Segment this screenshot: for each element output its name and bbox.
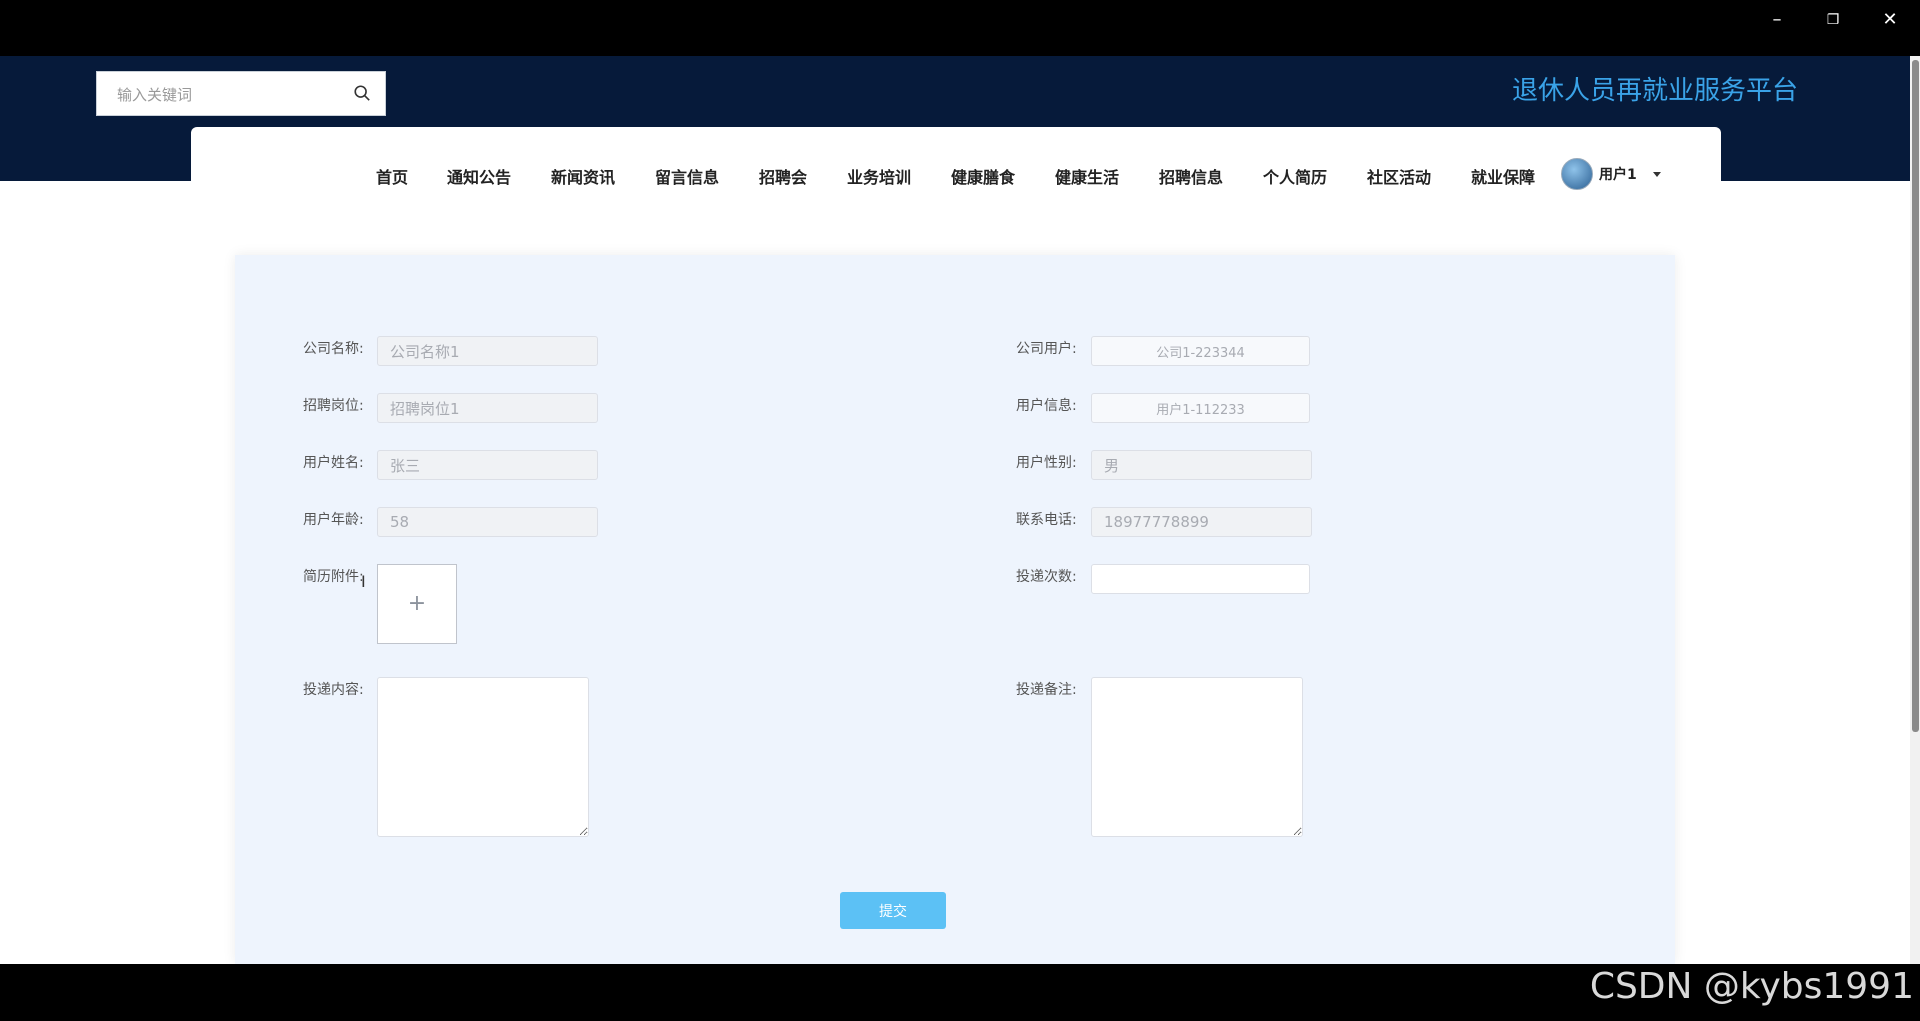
phone-field[interactable] (1091, 507, 1312, 537)
nav-item-training[interactable]: 业务培训 (847, 164, 911, 188)
nav-item-resume[interactable]: 个人简历 (1263, 164, 1327, 188)
resume-upload[interactable]: + (377, 564, 457, 644)
user-gender-label: 用户性别: (1016, 455, 1077, 471)
caret-down-icon (1652, 171, 1661, 177)
watermark: CSDN @kybs1991 (1589, 966, 1914, 1007)
resume-attachment-label: 简历附件: (303, 569, 364, 585)
user-age-field[interactable] (377, 507, 598, 537)
nav-item-community[interactable]: 社区活动 (1367, 164, 1431, 188)
site-title: 退休人员再就业服务平台 (1512, 76, 1799, 106)
company-user-field[interactable] (1091, 336, 1310, 366)
nav-item-job-fair[interactable]: 招聘会 (759, 164, 807, 188)
nav-item-news[interactable]: 新闻资讯 (551, 164, 615, 188)
user-name-label: 用户姓名: (303, 455, 364, 471)
delivery-content-label: 投递内容: (303, 682, 364, 698)
delivery-count-input[interactable] (1091, 564, 1310, 594)
avatar (1561, 158, 1593, 190)
submit-button[interactable]: 提交 (840, 892, 946, 929)
nav-item-job-info[interactable]: 招聘信息 (1159, 164, 1223, 188)
company-user-label: 公司用户: (1016, 341, 1077, 357)
company-name-label: 公司名称: (303, 341, 364, 357)
restore-button[interactable]: ❐ (1813, 8, 1853, 32)
scrollbar-thumb[interactable] (1912, 60, 1919, 732)
nav-item-messages[interactable]: 留言信息 (655, 164, 719, 188)
plus-icon: + (407, 591, 427, 616)
text-cursor-icon: I (361, 572, 366, 591)
job-position-field[interactable] (377, 393, 598, 423)
company-name-field[interactable] (377, 336, 598, 366)
job-position-label: 招聘岗位: (303, 398, 364, 414)
nav-item-healthy-life[interactable]: 健康生活 (1055, 164, 1119, 188)
minimize-button[interactable]: – (1757, 8, 1797, 32)
search-input[interactable] (115, 72, 349, 117)
nav-item-employment[interactable]: 就业保障 (1471, 164, 1535, 188)
nav-item-notices[interactable]: 通知公告 (447, 164, 511, 188)
nav-item-healthy-diet[interactable]: 健康膳食 (951, 164, 1015, 188)
delivery-note-textarea[interactable] (1091, 677, 1303, 837)
delivery-note-label: 投递备注: (1016, 682, 1077, 698)
window-titlebar (0, 0, 1920, 56)
nav-item-home[interactable]: 首页 (376, 164, 408, 188)
delivery-count-label: 投递次数: (1016, 569, 1077, 585)
search-icon[interactable] (353, 84, 371, 102)
search-box (96, 71, 386, 117)
phone-label: 联系电话: (1016, 512, 1077, 528)
close-button[interactable]: ✕ (1870, 8, 1910, 32)
user-name: 用户1 (1599, 167, 1637, 183)
user-name-field[interactable] (377, 450, 598, 480)
user-info-field[interactable] (1091, 393, 1310, 423)
user-age-label: 用户年龄: (303, 512, 364, 528)
user-info-label: 用户信息: (1016, 398, 1077, 414)
user-menu[interactable]: 用户1 (1561, 158, 1661, 190)
user-gender-field[interactable] (1091, 450, 1312, 480)
delivery-content-textarea[interactable] (377, 677, 589, 837)
